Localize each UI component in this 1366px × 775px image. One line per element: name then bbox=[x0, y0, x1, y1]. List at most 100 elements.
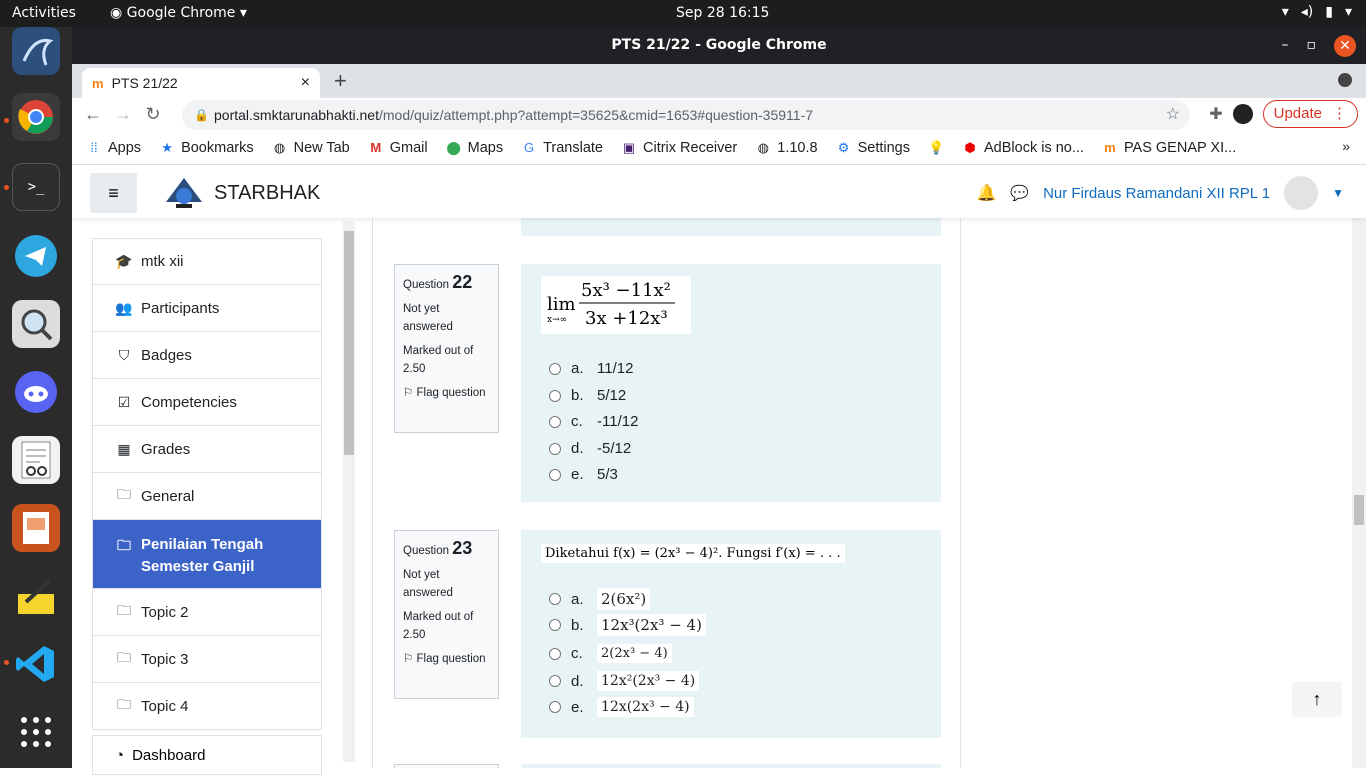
nav-item-dashboard[interactable]: ◔ Dashboard bbox=[92, 735, 322, 775]
notification-bell-icon[interactable]: 🔔 bbox=[976, 183, 996, 203]
bookmark-translate[interactable]: G Translate bbox=[521, 140, 603, 156]
magnifier-icon[interactable] bbox=[12, 300, 60, 348]
bookmark-new-tab[interactable]: ◍ New Tab bbox=[272, 140, 350, 156]
nav-item-pts-active[interactable]: 🗀 Penilaian Tengah Semester Ganjil bbox=[92, 520, 322, 589]
answer-option[interactable]: b. 12x³(2x³ − 4) bbox=[549, 614, 706, 636]
answer-option[interactable]: e. 12x(2x³ − 4) bbox=[549, 697, 694, 717]
answer-option[interactable]: b. 5/12 bbox=[549, 387, 626, 404]
tab-title: PTS 21/22 bbox=[111, 75, 178, 91]
bookmark-pas-genap[interactable]: m PAS GENAP XI... bbox=[1102, 140, 1236, 156]
lock-icon[interactable]: 🔒 bbox=[194, 100, 209, 130]
nav-item-topic-3[interactable]: 🗀 Topic 3 bbox=[92, 636, 322, 683]
answer-option[interactable]: c. 2(2x³ − 4) bbox=[549, 644, 672, 663]
flag-icon: ⚐ bbox=[403, 653, 414, 665]
nav-item-topic-2[interactable]: 🗀 Topic 2 bbox=[92, 589, 322, 636]
radio-button[interactable] bbox=[549, 675, 561, 687]
bookmark-settings[interactable]: ⚙ Settings bbox=[836, 140, 910, 156]
nav-item-grades[interactable]: ▦ Grades bbox=[92, 426, 322, 473]
folder-icon: 🗀 bbox=[117, 486, 131, 502]
system-tray[interactable]: ▾ ◂) ▮ ▾ bbox=[1282, 4, 1352, 20]
terminal-icon[interactable]: >_ bbox=[12, 163, 60, 211]
scrollbar-thumb[interactable] bbox=[1354, 495, 1364, 525]
back-arrow-icon[interactable]: ← bbox=[78, 104, 108, 125]
tab-pts[interactable]: m PTS 21/22 × bbox=[82, 68, 320, 98]
nav-item-badges[interactable]: ⛉ Badges bbox=[92, 332, 322, 379]
answer-option[interactable]: e. 5/3 bbox=[549, 466, 618, 483]
bookmark-bookmarks[interactable]: ★ Bookmarks bbox=[159, 140, 253, 156]
back-to-top-button[interactable]: ↑ bbox=[1292, 682, 1342, 717]
answer-option[interactable]: c. -11/12 bbox=[549, 413, 638, 430]
page-scrollbar[interactable] bbox=[1352, 218, 1366, 768]
bookmark-version[interactable]: ◍ 1.10.8 bbox=[755, 140, 818, 156]
tab-search-icon[interactable] bbox=[1338, 73, 1352, 87]
flag-icon: ⚐ bbox=[403, 387, 414, 399]
chrome-icon[interactable] bbox=[12, 93, 60, 141]
nav-item-topic-4[interactable]: 🗀 Topic 4 bbox=[92, 683, 322, 730]
running-indicator bbox=[4, 660, 9, 665]
bookmark-gmail[interactable]: M Gmail bbox=[368, 140, 427, 156]
update-button[interactable]: Update ⋮ bbox=[1262, 100, 1358, 128]
discord-icon[interactable] bbox=[12, 368, 60, 416]
forward-arrow-icon[interactable]: → bbox=[108, 104, 138, 125]
profile-avatar[interactable] bbox=[1232, 104, 1253, 124]
answer-option[interactable]: d. 12x²(2x³ − 4) bbox=[549, 671, 700, 691]
nav-item-competencies[interactable]: ☑ Competencies bbox=[92, 379, 322, 426]
chevron-down-icon[interactable]: ▼ bbox=[1332, 186, 1344, 200]
vscode-icon[interactable] bbox=[12, 640, 60, 688]
app-menu[interactable]: ◉ Google Chrome ▾ bbox=[110, 5, 247, 21]
reload-icon[interactable]: ↻ bbox=[138, 104, 168, 125]
messages-icon[interactable]: 💬 bbox=[1010, 184, 1029, 202]
show-apps-icon[interactable] bbox=[12, 708, 60, 756]
radio-button[interactable] bbox=[549, 442, 561, 455]
clock[interactable]: Sep 28 16:15 bbox=[676, 5, 769, 21]
scrollbar-thumb[interactable] bbox=[344, 231, 354, 455]
document-viewer-icon[interactable] bbox=[12, 436, 60, 484]
user-name[interactable]: Nur Firdaus Ramandani XII RPL 1 bbox=[1043, 185, 1270, 202]
telegram-icon[interactable] bbox=[12, 232, 60, 280]
bookmark-adblock[interactable]: ⬢ AdBlock is no... bbox=[962, 140, 1084, 156]
more-bookmarks-icon[interactable]: » bbox=[1342, 138, 1350, 154]
mysql-workbench-icon[interactable] bbox=[12, 27, 60, 75]
bookmark-bulb[interactable]: 💡 bbox=[928, 140, 944, 156]
maximize-icon[interactable]: ▫ bbox=[1307, 27, 1317, 64]
address-bar[interactable]: 🔒 portal.smktarunabhakti.net/mod/quiz/at… bbox=[182, 100, 1190, 130]
gear-icon: ⚙ bbox=[837, 139, 850, 155]
nav-item-general[interactable]: 🗀 General bbox=[92, 473, 322, 520]
school-logo[interactable] bbox=[162, 176, 206, 212]
question-prompt: Diketahui f(x) = (2x³ − 4)². Fungsi f′(x… bbox=[541, 544, 845, 563]
bookmark-star-icon[interactable]: ☆ bbox=[1166, 100, 1180, 130]
activities-button[interactable]: Activities bbox=[12, 5, 76, 21]
radio-button[interactable] bbox=[549, 389, 561, 402]
new-tab-button[interactable]: + bbox=[334, 68, 347, 94]
nav-item-course[interactable]: 🎓 mtk xii bbox=[92, 238, 322, 285]
bookmark-maps[interactable]: ⬤ Maps bbox=[446, 140, 503, 156]
radio-button[interactable] bbox=[549, 619, 561, 631]
radio-button[interactable] bbox=[549, 415, 561, 428]
bookmark-citrix[interactable]: ▣ Citrix Receiver bbox=[621, 140, 737, 156]
hamburger-menu-button[interactable]: ≡ bbox=[90, 173, 137, 213]
radio-button[interactable] bbox=[549, 468, 561, 481]
answer-option[interactable]: a. 2(6x²) bbox=[549, 588, 651, 610]
drawer-scrollbar[interactable] bbox=[343, 221, 355, 762]
quiz-region: Question 22 Not yet answered Marked out … bbox=[372, 218, 961, 768]
flag-question-link[interactable]: ⚐ Flag question bbox=[403, 650, 490, 668]
bookmark-apps[interactable]: ⁞⁞ Apps bbox=[86, 140, 141, 156]
limit-formula-image: lim x→∞ 5x³ −11x² 3x +12x³ bbox=[541, 276, 691, 334]
extensions-icon[interactable]: ✚ bbox=[1209, 104, 1222, 124]
radio-button[interactable] bbox=[549, 647, 561, 660]
close-tab-icon[interactable]: × bbox=[301, 74, 310, 92]
answer-option[interactable]: d. -5/12 bbox=[549, 440, 631, 457]
course-nav-list: 🎓 mtk xii 👥 Participants ⛉ Badges ☑ Competen… bbox=[92, 238, 322, 730]
site-name[interactable]: STARBHAK bbox=[214, 182, 320, 205]
nav-item-participants[interactable]: 👥 Participants bbox=[92, 285, 322, 332]
radio-button[interactable] bbox=[549, 593, 561, 605]
close-window-button[interactable]: ✕ bbox=[1334, 34, 1356, 57]
radio-button[interactable] bbox=[549, 362, 561, 375]
radio-button[interactable] bbox=[549, 701, 561, 713]
minimize-icon[interactable]: – bbox=[1282, 27, 1289, 64]
answer-option[interactable]: a. 11/12 bbox=[549, 360, 633, 377]
flag-question-link[interactable]: ⚐ Flag question bbox=[403, 384, 490, 402]
impress-icon[interactable] bbox=[12, 504, 60, 552]
notes-icon[interactable] bbox=[12, 572, 60, 620]
user-avatar[interactable] bbox=[1284, 176, 1319, 210]
